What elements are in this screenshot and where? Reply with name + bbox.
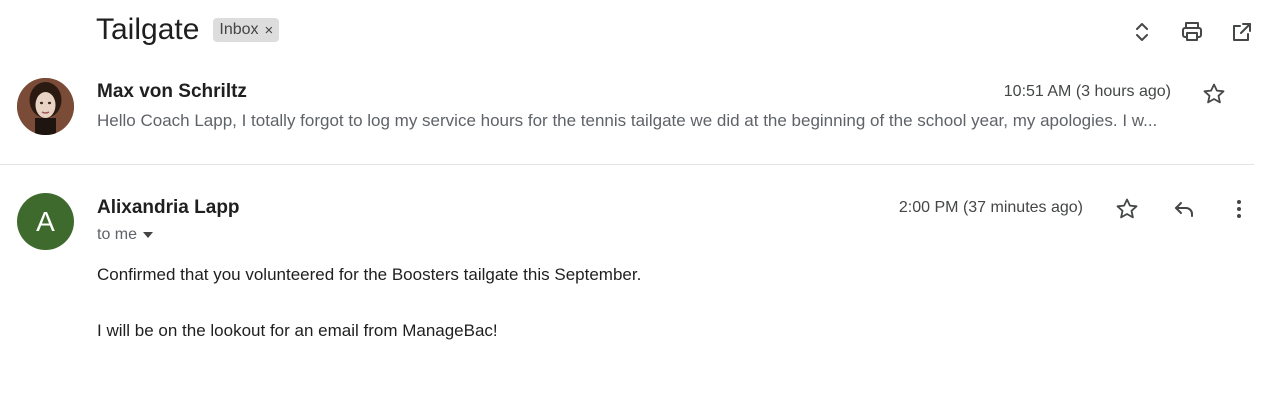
- more-options-icon[interactable]: [1222, 192, 1256, 226]
- caret-down-icon: [143, 232, 154, 238]
- sender-name: Alixandria Lapp: [97, 197, 240, 218]
- sender-name: Max von Schriltz: [97, 81, 247, 102]
- inbox-label-chip[interactable]: Inbox ×: [213, 18, 280, 42]
- avatar: A: [17, 193, 74, 250]
- label-text: Inbox: [219, 21, 259, 38]
- recipient-text: to me: [97, 226, 138, 243]
- open-in-new-window-icon[interactable]: [1224, 14, 1260, 50]
- expand-collapse-icon[interactable]: [1124, 14, 1160, 50]
- message-snippet: Hello Coach Lapp, I totally forgot to lo…: [97, 111, 1158, 130]
- thread-header: Tailgate Inbox ×: [96, 10, 280, 50]
- expanded-message: A Alixandria Lapp to me 2:00 PM (37 minu…: [0, 180, 1280, 410]
- message-body-line: I will be on the lookout for an email fr…: [97, 321, 498, 340]
- reply-icon[interactable]: [1167, 192, 1201, 226]
- remove-label-icon[interactable]: ×: [265, 22, 274, 39]
- collapsed-message[interactable]: Max von Schriltz Hello Coach Lapp, I tot…: [0, 70, 1254, 165]
- print-icon[interactable]: [1174, 14, 1210, 50]
- message-time: 2:00 PM (37 minutes ago): [898, 199, 1083, 216]
- message-time: 10:51 AM (3 hours ago): [1003, 83, 1171, 100]
- message-body-line: Confirmed that you volunteered for the B…: [97, 265, 642, 284]
- star-icon[interactable]: [1198, 78, 1230, 110]
- email-thread-view: Tailgate Inbox × Max von Schriltz Hello …: [0, 0, 1280, 411]
- thread-subject: Tailgate: [96, 13, 200, 46]
- avatar: [17, 78, 74, 135]
- recipient-details-toggle[interactable]: to me: [97, 226, 154, 244]
- thread-actions: [1110, 14, 1260, 50]
- star-icon[interactable]: [1110, 192, 1144, 226]
